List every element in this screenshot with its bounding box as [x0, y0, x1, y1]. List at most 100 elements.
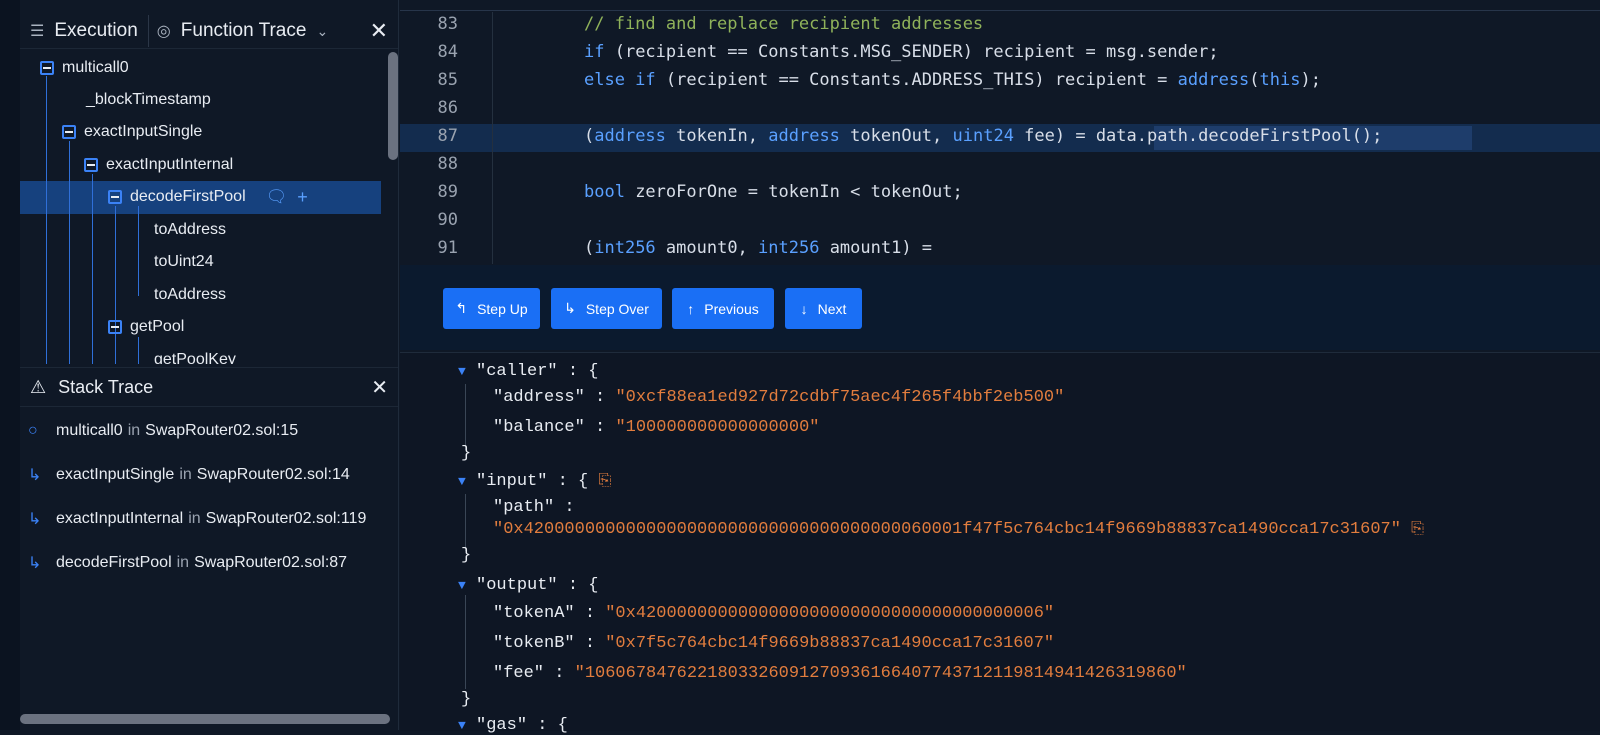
- stack-trace-header: ⚠ Stack Trace ✕: [20, 367, 398, 407]
- chevron-down-icon[interactable]: ⌄: [316, 23, 328, 40]
- stack-location: SwapRouter02.sol:15: [145, 422, 299, 439]
- stack-function-name: exactInputSingle: [56, 466, 175, 483]
- code-line: if (recipient == Constants.MSG_SENDER) r…: [584, 42, 1219, 62]
- stack-location: SwapRouter02.sol:87: [194, 554, 348, 571]
- left-edge-strip: [0, 0, 20, 730]
- tree-node[interactable]: _blockTimestamp: [86, 84, 211, 116]
- json-output-row[interactable]: ▼ "output" : {: [458, 576, 598, 595]
- stack-item[interactable]: ↳ exactInputSingle in SwapRouter02.sol:1…: [28, 460, 350, 490]
- tab-function-trace[interactable]: Function Trace: [181, 14, 307, 48]
- previous-button[interactable]: ↑ Previous: [672, 288, 774, 329]
- stack-item[interactable]: ○ multicall0 in SwapRouter02.sol:15: [28, 416, 298, 446]
- json-guide-line: [465, 595, 466, 689]
- line-number: 88: [437, 154, 458, 174]
- json-guide-line: [465, 384, 466, 450]
- json-value: "0x4200000000000000000000000000000000000…: [605, 604, 1055, 623]
- tree-node-label: exactInputSingle: [84, 123, 203, 140]
- json-key: "tokenB": [493, 634, 575, 653]
- code-text: (recipient == Constants.MSG_SENDER) reci…: [604, 42, 1219, 62]
- step-over-button[interactable]: ↳ Step Over: [551, 288, 662, 329]
- copy-icon[interactable]: ⎘: [598, 472, 611, 490]
- code-text: amount0,: [655, 238, 759, 258]
- step-arrow-icon: ↳: [28, 467, 42, 484]
- json-key: "output": [476, 576, 558, 595]
- code-line: else if (recipient == Constants.ADDRESS_…: [584, 70, 1321, 90]
- collapse-icon[interactable]: [108, 320, 122, 334]
- tree-guide-line: [46, 76, 47, 364]
- tree-node[interactable]: getPool: [108, 311, 184, 343]
- tree-node-label: getPool: [130, 318, 185, 335]
- collapse-icon[interactable]: [108, 190, 122, 204]
- step-up-icon: ↰: [455, 300, 468, 316]
- comment-icon[interactable]: 🗨: [266, 187, 288, 207]
- collapse-icon[interactable]: [40, 61, 54, 75]
- code-keyword: bool: [584, 182, 625, 202]
- tree-node[interactable]: toUint24: [154, 246, 214, 278]
- json-key: "caller": [476, 362, 558, 381]
- code-text: (recipient == Constants.ADDRESS_THIS) re…: [655, 70, 1178, 90]
- json-close-brace: }: [461, 690, 472, 709]
- tree-node[interactable]: toAddress: [154, 214, 226, 246]
- stack-item[interactable]: ↳ decodeFirstPool in SwapRouter02.sol:87: [28, 548, 347, 578]
- tree-node-selected[interactable]: decodeFirstPool 🗨 +: [108, 181, 308, 213]
- step-up-button[interactable]: ↰ Step Up: [443, 288, 540, 329]
- code-text: tokenIn,: [665, 126, 769, 146]
- json-input-row[interactable]: ▼ "input" : { ⎘: [458, 472, 611, 491]
- code-keyword: uint24: [952, 126, 1014, 146]
- close-icon[interactable]: ✕: [371, 375, 388, 400]
- button-label: Previous: [704, 300, 759, 317]
- code-comment: // find and replace recipient addresses: [584, 14, 984, 34]
- step-over-icon: ↳: [564, 300, 576, 316]
- stack-location: SwapRouter02.sol:119: [205, 510, 367, 527]
- line-number: 83: [437, 14, 458, 34]
- stack-item[interactable]: ↳ exactInputInternal in SwapRouter02.sol…: [28, 504, 366, 534]
- json-key: "tokenA": [493, 604, 575, 623]
- button-label: Step Over: [585, 300, 649, 317]
- tab-execution[interactable]: Execution: [54, 14, 137, 48]
- collapse-icon[interactable]: [62, 125, 76, 139]
- tree-guide-line: [69, 141, 70, 364]
- json-value: "0x7f5c764cbc14f9669b88837ca1490cca17c31…: [605, 634, 1055, 653]
- code-text: (: [584, 238, 595, 258]
- tree-node-label: multicall0: [62, 59, 129, 76]
- json-balance-row: "balance" : "100000000000000000": [493, 418, 820, 437]
- expand-triangle-icon[interactable]: ▼: [458, 474, 466, 489]
- tree-node[interactable]: exactInputSingle: [62, 116, 202, 148]
- step-arrow-icon: ↳: [28, 555, 42, 572]
- copy-icon[interactable]: ⎘: [1411, 520, 1424, 538]
- json-key: "input": [476, 472, 548, 491]
- stack-horizontal-scrollbar[interactable]: [20, 714, 390, 724]
- step-arrow-icon: ↳: [28, 511, 42, 528]
- code-text: (: [1249, 70, 1260, 90]
- collapse-icon[interactable]: [84, 158, 98, 172]
- tree-node[interactable]: toAddress: [154, 279, 226, 311]
- stack-in-label: in: [127, 422, 141, 439]
- json-key: "gas": [476, 716, 528, 735]
- code-text: );: [1300, 70, 1321, 90]
- code-line-current: (address tokenIn, address tokenOut, uint…: [584, 126, 1382, 146]
- code-keyword: address: [1177, 70, 1250, 90]
- plus-icon[interactable]: +: [297, 187, 308, 208]
- code-line: bool zeroForOne = tokenIn < tokenOut;: [584, 182, 963, 202]
- button-label: Step Up: [477, 300, 528, 317]
- json-key: "balance": [493, 418, 585, 437]
- tree-scrollbar[interactable]: [388, 52, 398, 160]
- line-number: 87: [437, 126, 458, 146]
- expand-triangle-icon[interactable]: ▼: [458, 364, 466, 379]
- tree-node[interactable]: exactInputInternal: [84, 149, 233, 181]
- stack-in-label: in: [176, 554, 190, 571]
- tree-node[interactable]: multicall0: [40, 52, 129, 84]
- line-number: 86: [437, 98, 458, 118]
- code-text: fee) = data.path.decodeFirstPool();: [1013, 126, 1383, 146]
- tree-node-label: toUint24: [154, 253, 214, 270]
- code-line: (int256 amount0, int256 amount1) =: [584, 238, 932, 258]
- code-keyword: address: [768, 126, 840, 146]
- expand-triangle-icon[interactable]: ▼: [458, 718, 466, 733]
- close-icon[interactable]: ✕: [370, 18, 388, 44]
- stack-function-name: exactInputInternal: [56, 510, 184, 527]
- next-button[interactable]: ↓ Next: [785, 288, 862, 329]
- json-gas-row[interactable]: ▼ "gas" : {: [458, 716, 568, 735]
- json-caller-row[interactable]: ▼ "caller" : {: [458, 362, 598, 381]
- expand-triangle-icon[interactable]: ▼: [458, 578, 466, 593]
- tree-node[interactable]: getPoolKey: [154, 344, 236, 364]
